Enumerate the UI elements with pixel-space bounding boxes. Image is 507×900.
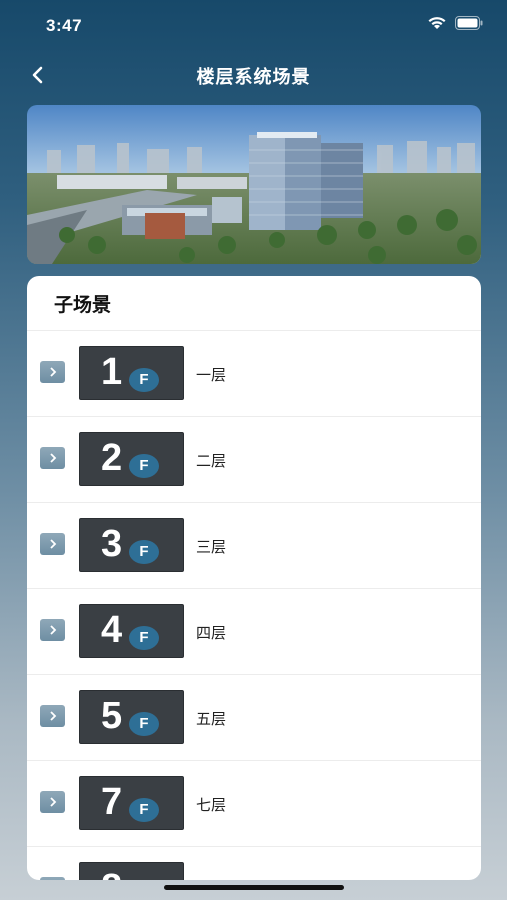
- floor-number: 7: [101, 781, 123, 823]
- floor-item-7[interactable]: 7 F 七层: [27, 761, 481, 847]
- floor-badge: 3 F: [79, 518, 184, 572]
- panel-header: 子场景: [27, 276, 481, 331]
- status-icons: [427, 16, 483, 30]
- battery-icon: [455, 16, 483, 30]
- floor-item-2[interactable]: 2 F 二层: [27, 417, 481, 503]
- floor-label: 二层: [196, 453, 227, 470]
- floor-badge: 4 F: [79, 604, 184, 658]
- floor-badge: 1 F: [79, 346, 184, 400]
- chevron-right-icon: [40, 361, 65, 383]
- floor-label: 七层: [196, 797, 227, 814]
- floor-item-4[interactable]: 4 F 四层: [27, 589, 481, 675]
- status-time: 3:47: [46, 16, 83, 35]
- floor-f-mark: F: [129, 540, 159, 564]
- chevron-right-icon: [40, 533, 65, 555]
- floor-label: 四层: [196, 625, 227, 642]
- floor-label: 三层: [196, 539, 227, 556]
- floor-f-mark: F: [129, 798, 159, 822]
- building-hero-image: [27, 105, 481, 264]
- floor-list: 1 F 一层 2 F 二层 3 F 三层 4 F 四层 5 F 五层 7 F 七…: [27, 331, 481, 880]
- floor-badge: 8 F: [79, 862, 184, 880]
- floor-f-mark: F: [129, 626, 159, 650]
- floor-f-mark: F: [129, 368, 159, 392]
- floor-number: 3: [101, 523, 123, 565]
- floor-number: 8: [101, 867, 122, 880]
- chevron-right-icon: [40, 619, 65, 641]
- chevron-right-icon: [40, 791, 65, 813]
- floor-item-8[interactable]: 8 F 八层: [27, 847, 481, 880]
- floor-badge: 7 F: [79, 776, 184, 830]
- status-bar: 3:47: [0, 0, 507, 54]
- chevron-right-icon: [40, 705, 65, 727]
- page-title: 楼层系统场景: [196, 67, 311, 87]
- chevron-right-icon: [40, 877, 65, 880]
- floor-f-mark: F: [129, 712, 159, 736]
- floor-label: 一层: [196, 367, 227, 384]
- floor-number: 5: [101, 695, 123, 737]
- floor-item-1[interactable]: 1 F 一层: [27, 331, 481, 417]
- home-indicator: [164, 885, 344, 890]
- floor-number: 2: [101, 437, 123, 479]
- floor-item-5[interactable]: 5 F 五层: [27, 675, 481, 761]
- floor-badge: 5 F: [79, 690, 184, 744]
- nav-bar: 楼层系统场景: [0, 54, 507, 96]
- floor-number: 1: [101, 351, 123, 393]
- floor-label: 五层: [196, 711, 227, 728]
- chevron-right-icon: [40, 447, 65, 469]
- floor-number: 4: [101, 609, 123, 651]
- wifi-icon: [428, 17, 446, 29]
- floor-f-mark: F: [129, 454, 159, 478]
- building-illustration: [27, 105, 481, 264]
- floor-item-3[interactable]: 3 F 三层: [27, 503, 481, 589]
- sub-scene-panel: 子场景 1 F 一层 2 F 二层 3 F 三层 4 F 四层 5 F 五层 7…: [27, 276, 481, 880]
- floor-badge: 2 F: [79, 432, 184, 486]
